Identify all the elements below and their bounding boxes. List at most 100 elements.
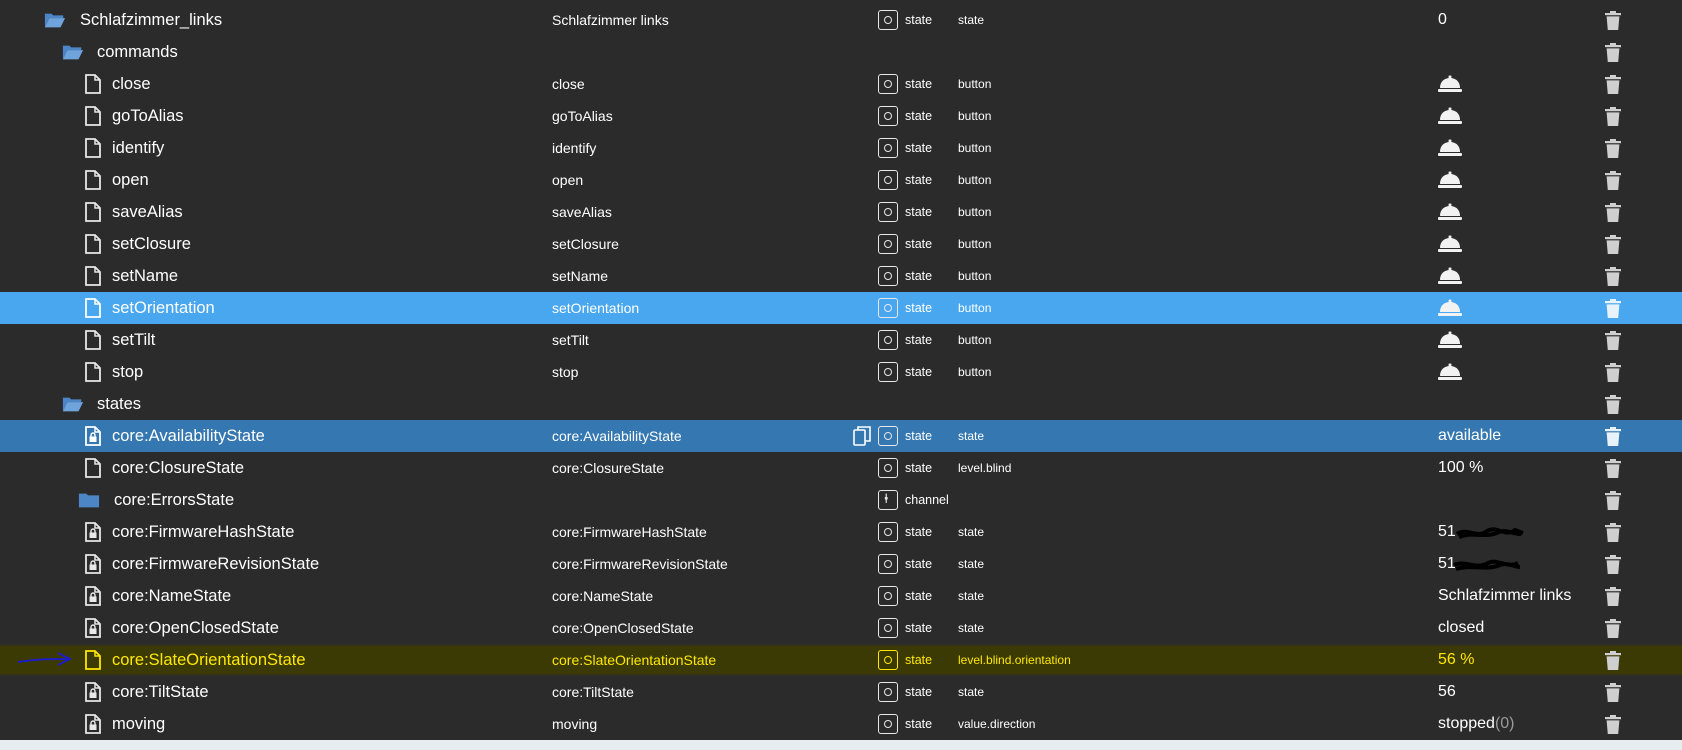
tree-row[interactable]: open open state button: [0, 164, 1682, 196]
tree-row[interactable]: Schlafzimmer_links Schlafzimmer links st…: [0, 4, 1682, 36]
channel-type-icon: [878, 490, 898, 510]
bell-icon[interactable]: [1438, 139, 1462, 157]
trash-icon[interactable]: [1605, 75, 1621, 94]
trash-icon[interactable]: [1605, 683, 1621, 702]
state-type-icon: [878, 138, 898, 158]
trash-icon[interactable]: [1605, 11, 1621, 30]
tree-row[interactable]: setClosure setClosure state button: [0, 228, 1682, 260]
trash-icon[interactable]: [1605, 267, 1621, 286]
row-common-name: moving: [552, 716, 598, 732]
trash-icon[interactable]: [1605, 363, 1621, 382]
trash-icon[interactable]: [1605, 459, 1621, 478]
trash-icon[interactable]: [1605, 107, 1621, 126]
folder-open-icon[interactable]: [62, 42, 84, 62]
tree-row[interactable]: core:NameState core:NameState state stat…: [0, 580, 1682, 612]
state-type-icon: [878, 298, 898, 318]
trash-icon[interactable]: [1605, 523, 1621, 542]
tree-row[interactable]: moving moving state value.direction stop…: [0, 708, 1682, 740]
trash-icon[interactable]: [1605, 171, 1621, 190]
tree-row[interactable]: stop stop state button: [0, 356, 1682, 388]
bell-icon[interactable]: [1438, 331, 1462, 349]
trash-icon[interactable]: [1605, 299, 1621, 318]
row-type: channel: [905, 493, 949, 507]
row-value[interactable]: Schlafzimmer links: [1438, 580, 1571, 612]
value-suffix: (0): [1494, 715, 1515, 732]
row-type: state: [905, 237, 933, 251]
row-role: button: [958, 365, 992, 379]
trash-icon[interactable]: [1605, 651, 1621, 670]
bell-icon[interactable]: [1438, 299, 1462, 317]
row-type: state: [905, 365, 933, 379]
tree-row[interactable]: core:OpenClosedState core:OpenClosedStat…: [0, 612, 1682, 644]
tree-row[interactable]: core:FirmwareRevisionState core:Firmware…: [0, 548, 1682, 580]
row-role: button: [958, 77, 992, 91]
trash-icon[interactable]: [1605, 395, 1621, 414]
bell-icon[interactable]: [1438, 107, 1462, 125]
tree-row[interactable]: states: [0, 388, 1682, 420]
row-value[interactable]: available: [1438, 420, 1501, 452]
file-icon: [85, 170, 101, 190]
file-icon: [85, 298, 101, 318]
tree-row[interactable]: core:ErrorsState channel: [0, 484, 1682, 516]
trash-icon[interactable]: [1605, 619, 1621, 638]
folder-open-icon[interactable]: [44, 10, 66, 30]
trash-icon[interactable]: [1605, 331, 1621, 350]
trash-icon[interactable]: [1605, 555, 1621, 574]
copy-icon[interactable]: [853, 426, 871, 446]
file-lock-icon: [85, 714, 101, 734]
folder-open-icon[interactable]: [62, 394, 84, 414]
trash-icon[interactable]: [1605, 43, 1621, 62]
tree-row[interactable]: commands: [0, 36, 1682, 68]
tree-row[interactable]: core:FirmwareHashState core:FirmwareHash…: [0, 516, 1682, 548]
file-icon: [85, 74, 101, 94]
bell-icon[interactable]: [1438, 171, 1462, 189]
row-common-name: core:NameState: [552, 588, 654, 604]
trash-icon[interactable]: [1605, 139, 1621, 158]
tree-row[interactable]: saveAlias saveAlias state button: [0, 196, 1682, 228]
folder-icon[interactable]: [78, 490, 100, 510]
file-icon: [85, 266, 101, 286]
row-value[interactable]: 56 %: [1438, 644, 1474, 676]
row-type: state: [905, 589, 933, 603]
tree-row-selected[interactable]: setOrientation setOrientation state butt…: [0, 292, 1682, 324]
file-icon: [85, 362, 101, 382]
row-value[interactable]: stopped (0): [1438, 708, 1515, 740]
row-name: setName: [112, 266, 179, 285]
tree-row[interactable]: setTilt setTilt state button: [0, 324, 1682, 356]
bell-icon[interactable]: [1438, 363, 1462, 381]
tree-row[interactable]: goToAlias goToAlias state button: [0, 100, 1682, 132]
row-type: state: [905, 557, 933, 571]
row-value[interactable]: 51: [1438, 516, 1456, 548]
trash-icon[interactable]: [1605, 587, 1621, 606]
tree-row[interactable]: core:ClosureState core:ClosureState stat…: [0, 452, 1682, 484]
row-value[interactable]: closed: [1438, 612, 1484, 644]
tree-row-selected[interactable]: core:AvailabilityState core:Availability…: [0, 420, 1682, 452]
bell-icon[interactable]: [1438, 203, 1462, 221]
row-role: state: [958, 557, 985, 571]
tree-row[interactable]: core:TiltState core:TiltState state stat…: [0, 676, 1682, 708]
row-value[interactable]: 56: [1438, 676, 1456, 708]
row-name: goToAlias: [112, 106, 184, 125]
tree-row[interactable]: close close state button: [0, 68, 1682, 100]
trash-icon[interactable]: [1605, 715, 1621, 734]
trash-icon[interactable]: [1605, 427, 1621, 446]
row-type: state: [905, 77, 933, 91]
bell-icon[interactable]: [1438, 235, 1462, 253]
row-common-name: setOrientation: [552, 300, 640, 316]
state-type-icon: [878, 522, 898, 542]
tree-row-highlighted[interactable]: core:SlateOrientationState core:SlateOri…: [0, 644, 1682, 676]
tree-row[interactable]: identify identify state button: [0, 132, 1682, 164]
row-common-name: setName: [552, 268, 609, 284]
bell-icon[interactable]: [1438, 75, 1462, 93]
tree-row[interactable]: setName setName state button: [0, 260, 1682, 292]
trash-icon[interactable]: [1605, 491, 1621, 510]
state-type-icon: [878, 682, 898, 702]
bell-icon[interactable]: [1438, 267, 1462, 285]
state-type-icon: [878, 170, 898, 190]
trash-icon[interactable]: [1605, 203, 1621, 222]
row-name: core:ClosureState: [112, 458, 245, 477]
row-value[interactable]: 100 %: [1438, 452, 1483, 484]
trash-icon[interactable]: [1605, 235, 1621, 254]
row-role: state: [958, 621, 985, 635]
row-value[interactable]: 0: [1438, 4, 1447, 36]
